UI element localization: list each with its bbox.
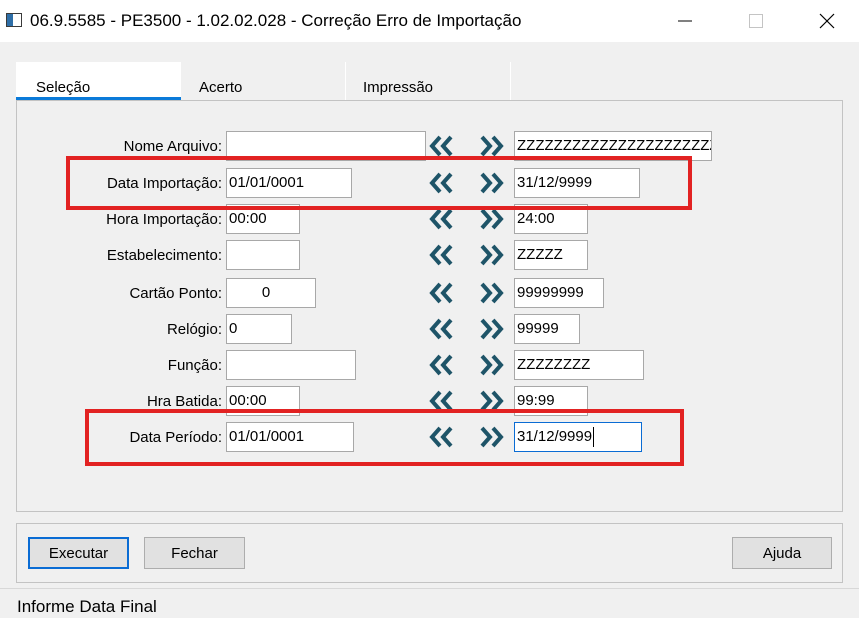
highlight-box-data-importacao: [66, 156, 692, 210]
relogio-last-button[interactable]: [476, 314, 508, 344]
minimize-icon: [678, 20, 692, 22]
double-chevron-left-icon: [429, 244, 453, 266]
relogio-first-button[interactable]: [425, 314, 457, 344]
double-chevron-right-icon: [480, 135, 504, 157]
estabelecimento-from-input[interactable]: [226, 240, 300, 270]
estabelecimento-label: Estabelecimento:: [106, 247, 222, 264]
cartao-ponto-last-button[interactable]: [476, 278, 508, 308]
relogio-to-input[interactable]: 99999: [514, 314, 580, 344]
cartao-ponto-label: Cartão Ponto:: [129, 285, 222, 302]
hora-importacao-label: Hora Importação:: [106, 211, 222, 228]
execute-button[interactable]: Executar: [28, 537, 129, 569]
tab-label: Acerto: [199, 79, 243, 96]
status-bar: Informe Data Final: [0, 588, 859, 618]
double-chevron-left-icon: [429, 135, 453, 157]
minimize-button[interactable]: [650, 0, 720, 42]
relogio-from-input[interactable]: 0: [226, 314, 292, 344]
estabelecimento-first-button[interactable]: [425, 240, 457, 270]
funcao-last-button[interactable]: [476, 350, 508, 380]
status-message: Informe Data Final: [17, 597, 157, 616]
double-chevron-left-icon: [429, 354, 453, 376]
cartao-ponto-to-input[interactable]: 99999999: [514, 278, 604, 308]
close-icon: [819, 13, 835, 29]
estabelecimento-to-input[interactable]: ZZZZZ: [514, 240, 588, 270]
button-bar: [16, 523, 843, 583]
help-button[interactable]: Ajuda: [732, 537, 832, 569]
estabelecimento-last-button[interactable]: [476, 240, 508, 270]
tab-strip: Seleção Acerto Impressão: [16, 62, 511, 100]
maximize-button[interactable]: [721, 0, 791, 42]
cartao-ponto-from-input[interactable]: 0: [226, 278, 316, 308]
tab-selecao[interactable]: Seleção: [16, 62, 181, 100]
window-title: 06.9.5585 - PE3500 - 1.02.02.028 - Corre…: [30, 11, 522, 30]
maximize-icon: [749, 14, 763, 28]
nome-arquivo-label: Nome Arquivo:: [123, 138, 222, 155]
double-chevron-right-icon: [480, 282, 504, 304]
double-chevron-left-icon: [429, 282, 453, 304]
double-chevron-right-icon: [480, 208, 504, 230]
hra-batida-label: Hra Batida:: [146, 393, 222, 410]
relogio-label: Relógio:: [166, 321, 222, 338]
double-chevron-right-icon: [480, 244, 504, 266]
app-window-icon: [6, 13, 22, 27]
funcao-from-input[interactable]: [226, 350, 356, 380]
tab-label: Seleção: [36, 79, 91, 96]
tab-acerto[interactable]: Acerto: [181, 62, 346, 100]
double-chevron-left-icon: [429, 208, 453, 230]
funcao-label: Função:: [167, 357, 222, 374]
cartao-ponto-first-button[interactable]: [425, 278, 457, 308]
tab-impressao[interactable]: Impressão: [346, 62, 511, 100]
close-window-button[interactable]: [792, 0, 859, 42]
title-bar: 06.9.5585 - PE3500 - 1.02.02.028 - Corre…: [0, 0, 859, 42]
double-chevron-left-icon: [429, 318, 453, 340]
funcao-first-button[interactable]: [425, 350, 457, 380]
double-chevron-right-icon: [480, 354, 504, 376]
tab-label: Impressão: [363, 79, 434, 96]
highlight-box-data-periodo: [85, 409, 684, 466]
close-button[interactable]: Fechar: [144, 537, 245, 569]
double-chevron-right-icon: [480, 318, 504, 340]
funcao-to-input[interactable]: ZZZZZZZZ: [514, 350, 644, 380]
